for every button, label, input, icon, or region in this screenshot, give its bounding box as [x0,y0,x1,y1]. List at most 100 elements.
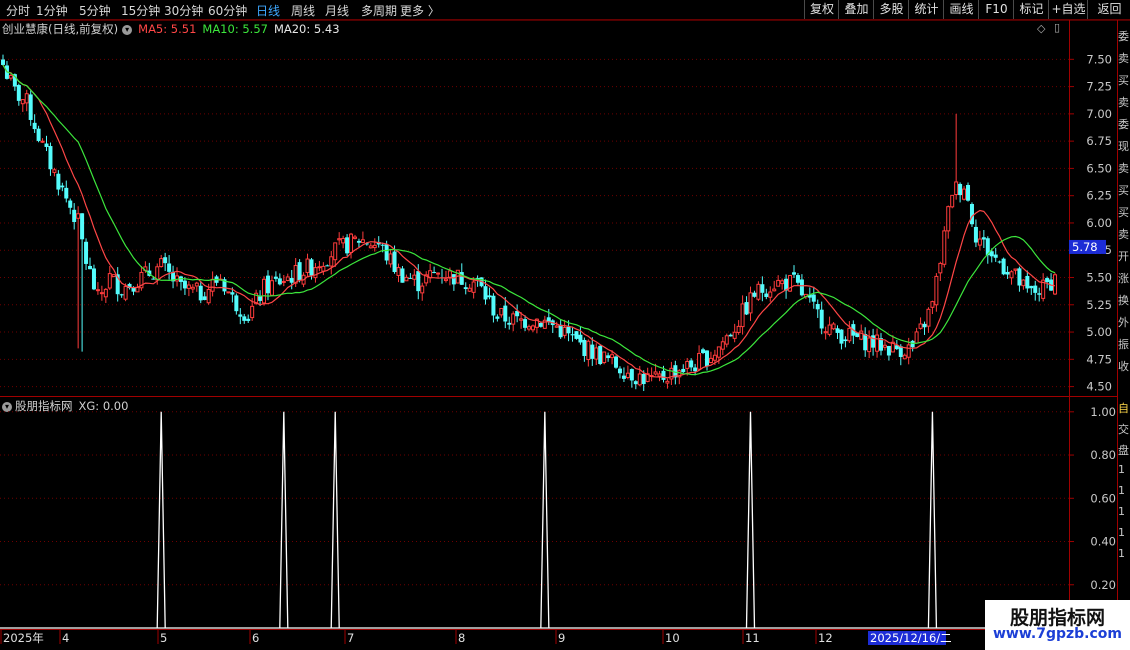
candle [918,317,923,330]
candle [764,288,769,300]
candle-body [704,350,709,367]
side-panel-label: 盘 [1118,444,1129,457]
candle [404,274,409,282]
side-panel-label: 现 [1118,140,1129,153]
candle-body [590,344,595,359]
candle [467,284,472,293]
candle-body [76,213,81,219]
cursor-date-label: 2025/12/16/二 [870,631,952,645]
candle [305,253,310,278]
candle-body [898,346,903,357]
candle-body [906,344,911,358]
candle-body [491,295,496,316]
candle-body [1037,293,1042,295]
side-panel-strip[interactable]: 委卖买卖委现卖买买卖开涨换外振收自交盘11111 [1118,20,1130,630]
candle-body [661,370,666,380]
candle-body [1001,258,1006,275]
candle [752,290,757,298]
candle [1,54,5,66]
candle-body [629,369,634,381]
candle [772,280,777,292]
candle [550,319,555,333]
price-tick-label: 6.00 [1086,216,1112,230]
candle-body [1025,275,1030,289]
price-tick-label: 5.00 [1086,325,1112,339]
candle-body [811,294,816,302]
candle-body [356,240,361,243]
candle [400,265,405,283]
side-panel-label: 外 [1118,316,1129,329]
candle-body [190,286,195,290]
candle [72,203,77,230]
candle-body [352,236,357,239]
candle [52,167,57,177]
candle [977,230,982,251]
candle-body [867,337,872,353]
candle-body [859,330,864,340]
candle-body [681,368,686,373]
side-panel-label: 1 [1118,547,1125,560]
candle-body [175,275,180,282]
candle [586,339,591,367]
candle-body [922,323,927,328]
candle-body [20,99,25,105]
candle-body [614,356,619,368]
candle [175,267,180,287]
candle [246,314,251,323]
candle-body [246,318,251,321]
candle [341,235,346,249]
candle [562,319,567,339]
candle [728,333,733,337]
candle-body [685,360,690,369]
candle [997,260,1002,264]
candle-body [594,347,599,360]
candle-body [408,277,413,279]
candle [44,135,49,152]
candle [1037,287,1042,302]
candle [440,268,445,284]
candle-body [918,323,923,329]
candle-body [701,349,706,353]
candle [744,296,749,315]
candle-body [760,284,765,293]
candle [657,370,662,382]
candle-body [768,291,773,298]
candle [629,368,634,388]
candle [60,182,65,192]
candle-body [309,259,314,276]
candle [902,353,907,360]
side-panel-label: 振 [1118,338,1129,351]
candle-body [863,333,868,351]
side-panel-label: 换 [1118,294,1129,307]
signal-spike [745,411,756,629]
side-panel-label: 买 [1118,184,1129,197]
candle [784,274,789,299]
chart-canvas[interactable]: 7.507.257.006.756.506.256.005.755.505.25… [0,0,1130,650]
candle [954,113,959,200]
candle-body [799,279,804,296]
candle-body [756,283,761,300]
candle-body [780,280,785,285]
candle [463,282,468,295]
candle-body [32,122,37,130]
side-panel-label: 1 [1118,484,1125,497]
candle [277,273,282,286]
side-panel-label: 卖 [1118,96,1129,109]
candle [159,254,164,268]
candle-body [566,326,571,334]
candle [368,243,373,249]
candle-body [234,295,239,312]
candle-body [665,380,670,384]
candle-body [329,256,334,267]
date-label: 9 [558,631,565,645]
candle [689,358,694,372]
candle-body [610,354,615,359]
date-label: 8 [458,631,465,645]
candle-body [1033,285,1038,293]
candle-body [305,258,310,274]
candle [198,281,203,304]
candle [24,89,29,112]
candle [590,337,595,366]
candle [262,276,267,306]
candle-body [1013,268,1018,271]
